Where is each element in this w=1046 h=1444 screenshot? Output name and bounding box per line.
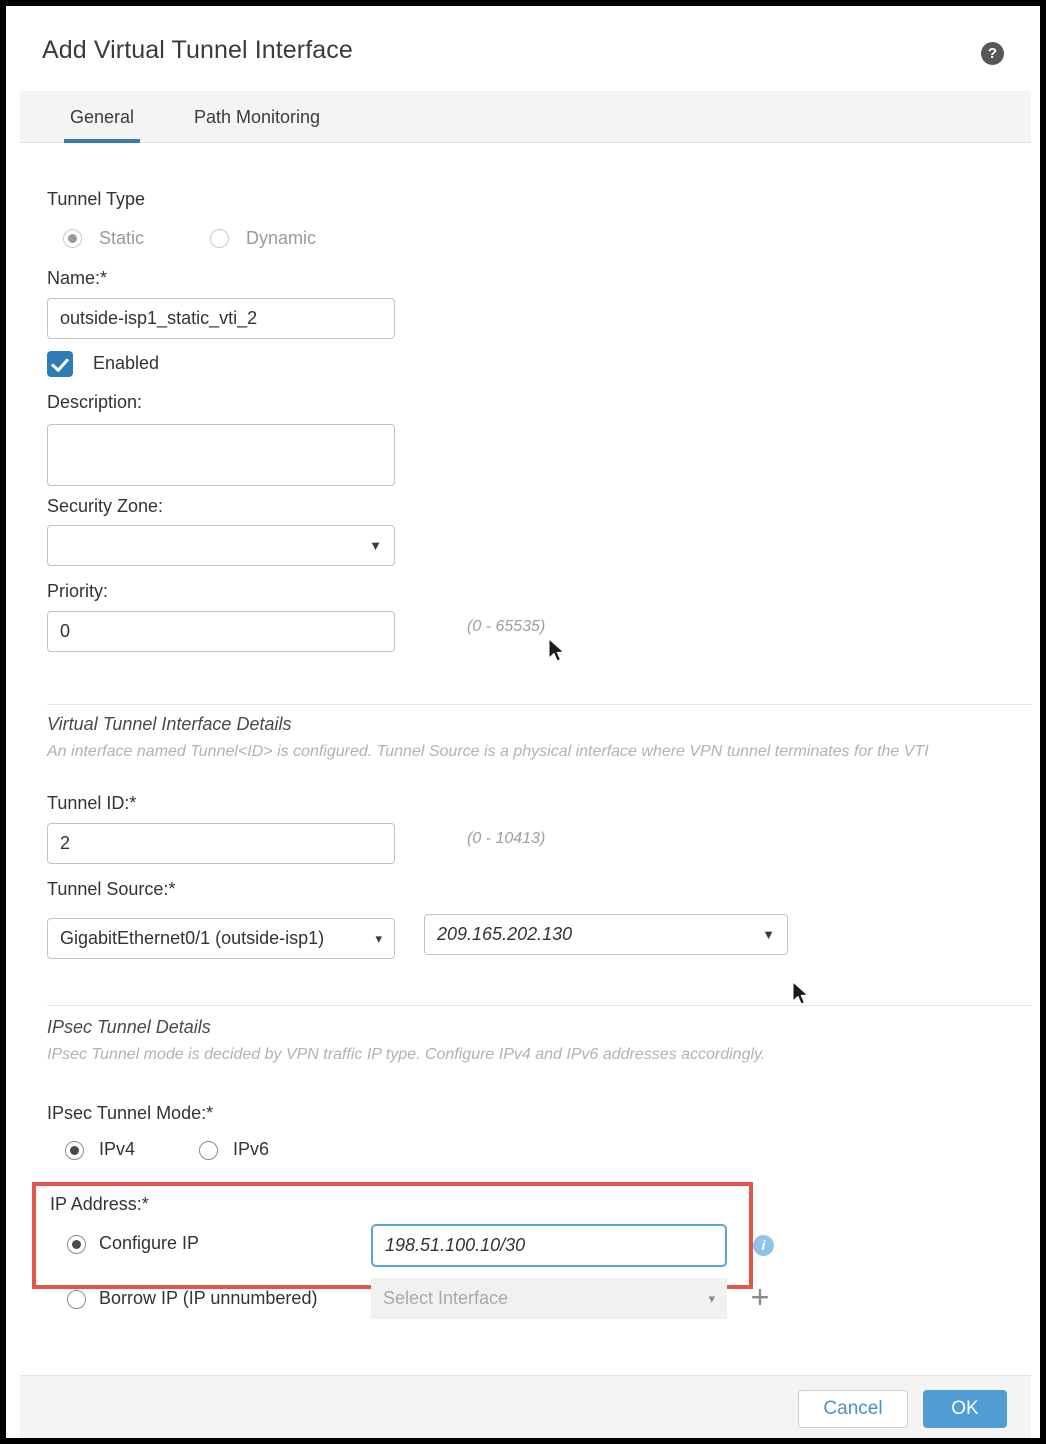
radio-configure-ip-label: Configure IP — [99, 1233, 200, 1253]
dialog-footer: Cancel OK — [20, 1375, 1031, 1438]
tunnel-id-input[interactable] — [47, 823, 395, 864]
ipsec-tunnel-mode-label: IPsec Tunnel Mode:* — [47, 1103, 214, 1123]
chevron-down-icon: ▾ — [708, 1290, 715, 1306]
add-interface-button[interactable]: + — [746, 1281, 774, 1313]
mouse-cursor-icon — [792, 981, 809, 1005]
tab-general[interactable]: General — [64, 91, 141, 143]
info-icon[interactable]: i — [753, 1235, 774, 1256]
radio-tunnel-type-static[interactable] — [63, 229, 82, 248]
name-label: Name:* — [47, 268, 108, 288]
tunnel-source-label: Tunnel Source:* — [47, 879, 176, 899]
priority-input[interactable] — [47, 611, 395, 652]
enabled-label: Enabled — [93, 353, 160, 373]
ipsec-details-section-description: IPsec Tunnel mode is decided by VPN traf… — [47, 1046, 766, 1063]
vti-details-section-description: An interface named Tunnel<ID> is configu… — [47, 743, 929, 760]
tab-path-monitoring[interactable]: Path Monitoring — [188, 91, 326, 143]
dialog-header: Add Virtual Tunnel Interface ? — [6, 6, 1040, 91]
section-divider-ipsec — [47, 1005, 1031, 1006]
enabled-checkbox[interactable] — [47, 351, 73, 377]
description-label: Description: — [47, 392, 143, 412]
chevron-down-icon: ▼ — [762, 927, 775, 942]
radio-ipsec-mode-ipv4-label: IPv4 — [99, 1139, 136, 1159]
tunnel-id-range-hint: (0 - 10413) — [467, 830, 546, 847]
security-zone-select[interactable]: ▼ — [47, 525, 395, 566]
radio-borrow-ip[interactable] — [67, 1290, 86, 1309]
dialog-body: Tunnel Type Static Dynamic Name:* Enable… — [20, 143, 1031, 1375]
security-zone-label: Security Zone: — [47, 496, 164, 516]
help-icon[interactable]: ? — [981, 42, 1004, 65]
radio-ipsec-mode-ipv4[interactable] — [65, 1141, 84, 1160]
ipsec-details-section-title: IPsec Tunnel Details — [47, 1017, 211, 1037]
tunnel-source-ip-select[interactable]: 209.165.202.130 ▼ — [424, 914, 788, 955]
configure-ip-input[interactable] — [371, 1224, 727, 1267]
borrow-ip-interface-select[interactable]: Select Interface ▾ — [371, 1278, 727, 1319]
vti-details-section-title: Virtual Tunnel Interface Details — [47, 714, 292, 734]
tunnel-id-label: Tunnel ID:* — [47, 793, 137, 813]
screenshot-frame: Add Virtual Tunnel Interface ? General P… — [0, 0, 1046, 1444]
chevron-down-icon: ▾ — [375, 930, 382, 946]
tunnel-source-interface-value: GigabitEthernet0/1 (outside-isp1) — [60, 928, 325, 948]
tunnel-source-ip-value: 209.165.202.130 — [437, 924, 573, 944]
description-textarea[interactable] — [47, 424, 395, 486]
radio-tunnel-type-dynamic[interactable] — [210, 229, 229, 248]
priority-range-hint: (0 - 65535) — [467, 618, 546, 635]
section-divider-vti — [47, 704, 1031, 705]
ip-address-label: IP Address:* — [50, 1194, 149, 1214]
radio-tunnel-type-static-label: Static — [99, 228, 145, 248]
tab-bar: General Path Monitoring — [20, 91, 1031, 143]
tunnel-type-label: Tunnel Type — [47, 189, 146, 209]
chevron-down-icon: ▼ — [369, 538, 382, 553]
radio-tunnel-type-dynamic-label: Dynamic — [246, 228, 317, 248]
priority-label: Priority: — [47, 581, 109, 601]
borrow-ip-interface-placeholder: Select Interface — [383, 1288, 509, 1308]
add-virtual-tunnel-interface-dialog: Add Virtual Tunnel Interface ? General P… — [6, 6, 1040, 1438]
radio-ipsec-mode-ipv6[interactable] — [199, 1141, 218, 1160]
radio-configure-ip[interactable] — [67, 1235, 86, 1254]
radio-ipsec-mode-ipv6-label: IPv6 — [233, 1139, 270, 1159]
name-input[interactable] — [47, 298, 395, 339]
ok-button[interactable]: OK — [923, 1390, 1007, 1428]
tunnel-source-interface-select[interactable]: GigabitEthernet0/1 (outside-isp1) ▾ — [47, 918, 395, 959]
page-title: Add Virtual Tunnel Interface — [42, 36, 353, 64]
mouse-cursor-icon — [548, 638, 565, 662]
radio-borrow-ip-label: Borrow IP (IP unnumbered) — [99, 1288, 318, 1308]
cancel-button[interactable]: Cancel — [798, 1390, 908, 1428]
